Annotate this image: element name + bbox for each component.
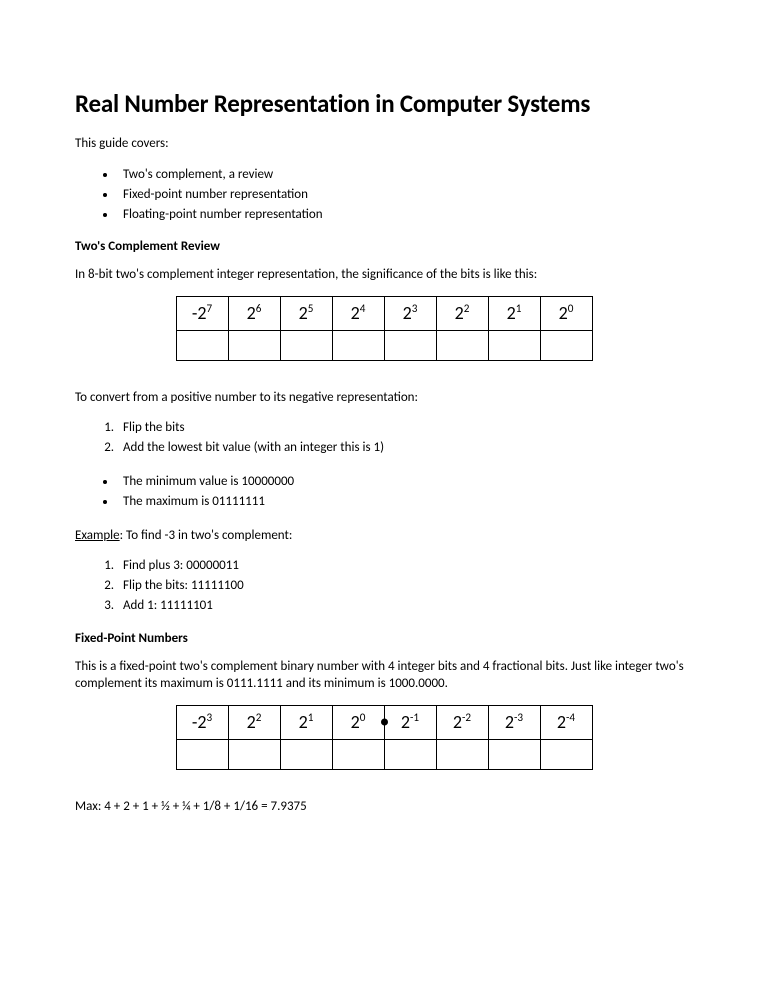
table-cell: 2-2	[436, 705, 488, 739]
list-item: The minimum value is 10000000	[117, 472, 693, 492]
list-item: Add the lowest bit value (with an intege…	[117, 438, 693, 458]
table-cell	[228, 739, 280, 769]
example-rest: : To find -3 in two's complement:	[120, 528, 293, 543]
table-cell	[176, 330, 228, 360]
table-cell: 24	[332, 296, 384, 330]
list-item: The maximum is 01111111	[117, 492, 693, 512]
conv-intro: To convert from a positive number to its…	[75, 389, 693, 407]
topics-list: Two's complement, a review Fixed-point n…	[75, 165, 693, 225]
section2-head: Fixed-Point Numbers	[75, 631, 693, 646]
table-cell: 2-3	[488, 705, 540, 739]
table-cell	[488, 330, 540, 360]
max-line: Max: 4 + 2 + 1 + ½ + ¼ + 1/8 + 1/16 = 7.…	[75, 798, 693, 816]
section2-intro: This is a fixed-point two's complement b…	[75, 658, 693, 693]
list-item: Flip the bits	[117, 418, 693, 438]
table-cell: 2-4	[540, 705, 592, 739]
table-cell	[540, 330, 592, 360]
table-cell: -27	[176, 296, 228, 330]
page-title: Real Number Representation in Computer S…	[75, 88, 693, 119]
list-item: Floating-point number representation	[117, 205, 693, 225]
table-cell	[176, 739, 228, 769]
table-cell: 23	[384, 296, 436, 330]
conv-steps: Flip the bits Add the lowest bit value (…	[75, 418, 693, 458]
table-cell: 20	[540, 296, 592, 330]
table-cell	[384, 330, 436, 360]
section1-intro: In 8-bit two's complement integer repres…	[75, 266, 693, 284]
table-cell	[384, 739, 436, 769]
table-cell	[436, 739, 488, 769]
section1-head: Two's Complement Review	[75, 239, 693, 254]
list-item: Add 1: 11111101	[117, 596, 693, 616]
table-cell: 2-1	[384, 705, 436, 739]
table-cell	[436, 330, 488, 360]
table-cell	[332, 330, 384, 360]
example-label: Example	[75, 528, 120, 543]
table-cell: 25	[280, 296, 332, 330]
table-cell: -23	[176, 705, 228, 739]
intro-text: This guide covers:	[75, 135, 693, 153]
list-item: Find plus 3: 00000011	[117, 556, 693, 576]
table-cell	[228, 330, 280, 360]
table-cell: 21	[488, 296, 540, 330]
list-item: Flip the bits: 11111100	[117, 576, 693, 596]
table-cell: 20	[332, 705, 384, 739]
table-cell: 26	[228, 296, 280, 330]
radix-point-icon	[381, 719, 388, 726]
bits-table-fixedpoint: -23 22 21 20 2-1 2-2 2-3 2-4	[176, 705, 593, 770]
example-line: Example: To find -3 in two's complement:	[75, 527, 693, 545]
example-steps: Find plus 3: 00000011 Flip the bits: 111…	[75, 556, 693, 616]
table-cell	[280, 739, 332, 769]
minmax-list: The minimum value is 10000000 The maximu…	[75, 472, 693, 512]
table-cell	[280, 330, 332, 360]
table-cell	[540, 739, 592, 769]
list-item: Two's complement, a review	[117, 165, 693, 185]
table-cell	[332, 739, 384, 769]
table-cell: 22	[228, 705, 280, 739]
table-cell: 21	[280, 705, 332, 739]
table-cell	[488, 739, 540, 769]
table-cell: 22	[436, 296, 488, 330]
list-item: Fixed-point number representation	[117, 185, 693, 205]
bits-table-8bit: -27 26 25 24 23 22 21 20	[176, 296, 593, 361]
